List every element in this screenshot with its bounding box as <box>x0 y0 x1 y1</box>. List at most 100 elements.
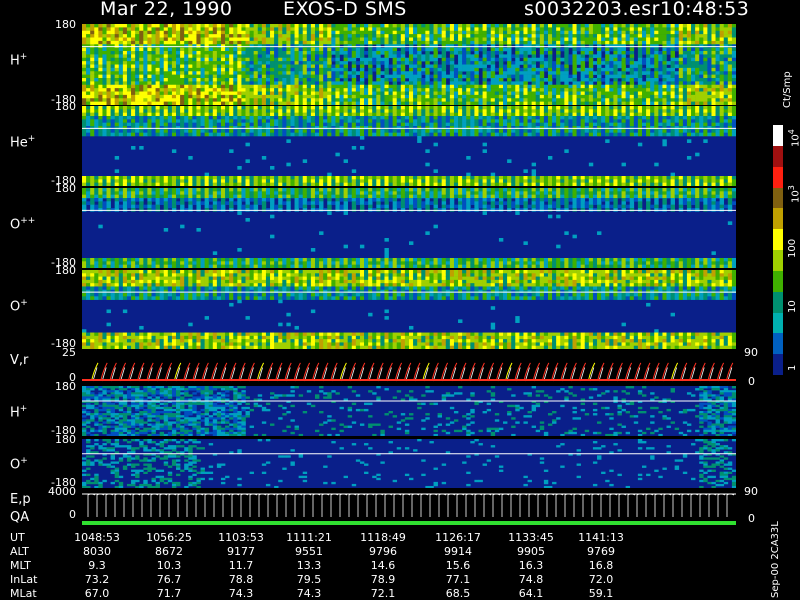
ephemeris-cell: 9177 <box>227 545 255 558</box>
ytick-max-6: 180 <box>55 433 76 446</box>
version-label: Sep-00 2CA33L <box>770 521 781 598</box>
ephemeris-cell: 9796 <box>369 545 397 558</box>
colorbar-segment <box>773 187 783 209</box>
ytick-max-4: 25 <box>62 346 76 359</box>
ephemeris-cell: 72.1 <box>370 587 396 600</box>
panel-label-6: O+ <box>10 456 28 472</box>
ephemeris-cell: 16.3 <box>518 559 544 572</box>
ephemeris-cell: 74.3 <box>228 587 254 600</box>
rtick-min-4: 0 <box>748 375 755 388</box>
spectrogram-0 <box>82 24 736 105</box>
colorbar-segment <box>773 166 783 188</box>
colorbar-segment <box>773 291 783 313</box>
ephemeris-cell: 8030 <box>83 545 111 558</box>
colorbar-segment <box>773 312 783 334</box>
colorbar-segment <box>773 229 783 251</box>
ephemeris-cell: 77.1 <box>445 573 471 586</box>
colorbar-segment <box>773 125 783 147</box>
panel-label-text: O <box>10 298 21 314</box>
plot-date: Mar 22, 1990 <box>100 0 233 20</box>
spectrogram-5 <box>82 386 736 436</box>
panel-label-2: O++ <box>10 216 35 232</box>
ephemeris-cell: 1056:25 <box>146 531 192 544</box>
ephemeris-cell: 16.8 <box>588 559 614 572</box>
panel-3 <box>82 270 736 349</box>
ephemeris-cell: 71.7 <box>156 587 182 600</box>
spectrogram-3 <box>82 270 736 349</box>
ephemeris-cell: 1118:49 <box>360 531 406 544</box>
ephemeris-cell: 64.1 <box>518 587 544 600</box>
ephemeris-cell: 14.6 <box>370 559 396 572</box>
ephemeris-cell: 9.3 <box>88 559 106 572</box>
panel-label-charge: + <box>19 403 28 414</box>
panel-label-text: QA <box>10 510 30 525</box>
qa-bar <box>82 521 736 525</box>
energy-panel <box>82 491 736 520</box>
panel-label-charge: ++ <box>20 216 36 226</box>
colorbar-label-1e3: 103 <box>787 185 800 203</box>
panel-label-text: O <box>10 217 21 233</box>
panel-label-text: He <box>10 135 28 151</box>
rtick-min-7: 0 <box>748 512 755 525</box>
ytick-max-2: 180 <box>55 182 76 195</box>
colorbar-segment <box>773 354 783 376</box>
colorbar-segment <box>773 250 783 272</box>
plot-time: 10:48:53 <box>660 0 750 20</box>
ephemeris-row-label: MLT <box>10 559 31 572</box>
colorbar-label-100: 100 <box>787 238 798 258</box>
panel-7 <box>82 491 736 520</box>
ephemeris-cell: 1048:53 <box>74 531 120 544</box>
ephemeris-cell: 11.7 <box>228 559 254 572</box>
ytick-max-3: 180 <box>55 264 76 277</box>
ephemeris-cell: 1141:13 <box>578 531 624 544</box>
ephemeris-cell: 78.8 <box>228 573 254 586</box>
ephemeris-cell: 13.3 <box>296 559 322 572</box>
panel-2 <box>82 188 736 268</box>
panel-label-8: QA <box>10 510 29 525</box>
spectrogram-1 <box>82 106 736 186</box>
ephemeris-cell: 73.2 <box>84 573 110 586</box>
ephemeris-cell: 9551 <box>295 545 323 558</box>
panel-label-charge: + <box>20 297 28 308</box>
panel-label-text: H <box>10 404 20 420</box>
ytick-max-1: 180 <box>55 100 76 113</box>
spectrogram-2 <box>82 188 736 268</box>
ephemeris-cell: 10.3 <box>156 559 182 572</box>
colorbar-units: Ct/Smp <box>782 71 793 108</box>
ephemeris-cell: 8672 <box>155 545 183 558</box>
panel-label-charge: + <box>20 456 28 467</box>
ephemeris-cell: 76.7 <box>156 573 182 586</box>
colorbar-segment <box>773 208 783 230</box>
colorbar-segment <box>773 333 783 355</box>
panel-label-text: V,r <box>10 353 29 368</box>
panel-label-0: H+ <box>10 52 27 68</box>
ephemeris-cell: 1133:45 <box>508 531 554 544</box>
spectrogram-6 <box>82 439 736 488</box>
ephemeris-cell: 1111:21 <box>286 531 332 544</box>
panel-label-charge: + <box>27 134 36 144</box>
colorbar-label-1: 1 <box>787 364 798 371</box>
ephemeris-cell: 67.0 <box>84 587 110 600</box>
panel-0 <box>82 24 736 105</box>
ytick-max-5: 180 <box>55 380 76 393</box>
panel-4 <box>82 352 736 383</box>
panel-label-charge: + <box>19 52 28 63</box>
panel-5 <box>82 386 736 436</box>
ephemeris-cell: 1126:17 <box>435 531 481 544</box>
ephemeris-cell: 9769 <box>587 545 615 558</box>
ytick-max-0: 180 <box>55 18 76 31</box>
panel-label-1: He+ <box>10 134 35 150</box>
panel-label-text: H <box>10 53 20 69</box>
panel-label-5: H+ <box>10 404 27 420</box>
panel-1 <box>82 106 736 186</box>
panel-6 <box>82 439 736 488</box>
ytick-min-7: 0 <box>69 508 76 521</box>
panel-label-3: O+ <box>10 298 28 314</box>
sms-plot-canvas: { "header": { "date": "Mar 22, 1990", "i… <box>0 0 800 600</box>
ephemeris-cell: 59.1 <box>588 587 614 600</box>
ephemeris-cell: 9914 <box>444 545 472 558</box>
panel-label-7: E,p <box>10 492 31 507</box>
panel-label-text: O <box>10 457 21 473</box>
panel-8 <box>82 520 736 526</box>
rtick-max-4: 90 <box>744 346 758 359</box>
